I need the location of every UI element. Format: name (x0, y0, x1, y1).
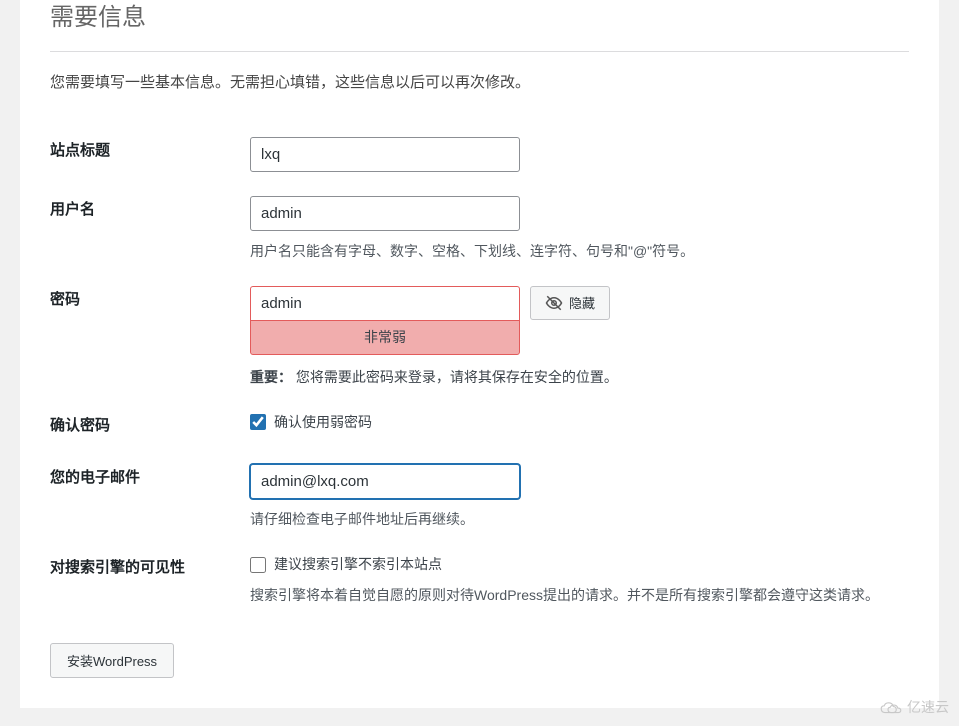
search-visibility-label: 对搜索引擎的可见性 (50, 542, 250, 618)
username-input[interactable] (250, 196, 520, 231)
eye-slash-icon (545, 294, 563, 312)
site-title-label: 站点标题 (50, 125, 250, 184)
confirm-password-label: 确认密码 (50, 400, 250, 453)
intro-text: 您需要填写一些基本信息。无需担心填错，这些信息以后可以再次修改。 (50, 72, 909, 95)
email-hint: 请仔细检查电子邮件地址后再继续。 (250, 509, 899, 530)
password-label: 密码 (50, 274, 250, 400)
search-visibility-hint: 搜索引擎将本着自觉自愿的原则对待WordPress提出的请求。并不是所有搜索引擎… (250, 585, 899, 606)
hide-password-button[interactable]: 隐藏 (530, 286, 610, 320)
search-visibility-checkbox[interactable] (250, 557, 266, 573)
weak-password-checkbox[interactable] (250, 414, 266, 430)
important-text: 您将需要此密码来登录，请将其保存在安全的位置。 (296, 369, 618, 385)
username-hint: 用户名只能含有字母、数字、空格、下划线、连字符、句号和"@"符号。 (250, 241, 899, 262)
install-wordpress-button[interactable]: 安装WordPress (50, 643, 174, 678)
email-label: 您的电子邮件 (50, 452, 250, 542)
cloud-icon (879, 700, 903, 716)
password-important-note: 重要： 您将需要此密码来登录，请将其保存在安全的位置。 (250, 367, 899, 388)
section-title: 需要信息 (50, 0, 909, 51)
watermark-text: 亿速云 (907, 697, 949, 718)
weak-password-checkbox-label: 确认使用弱密码 (274, 412, 372, 433)
form-table: 站点标题 用户名 用户名只能含有字母、数字、空格、下划线、连字符、句号和"@"符… (50, 125, 909, 619)
password-input[interactable] (250, 286, 520, 320)
username-label: 用户名 (50, 184, 250, 274)
email-input[interactable] (250, 464, 520, 499)
important-label: 重要： (250, 369, 292, 385)
hide-button-label: 隐藏 (569, 293, 595, 312)
site-title-input[interactable] (250, 137, 520, 172)
search-visibility-checkbox-label: 建议搜索引擎不索引本站点 (274, 554, 442, 575)
divider (50, 51, 909, 52)
password-strength-meter: 非常弱 (250, 320, 520, 355)
watermark: 亿速云 (879, 697, 949, 718)
install-form-container: 需要信息 您需要填写一些基本信息。无需担心填错，这些信息以后可以再次修改。 站点… (20, 0, 939, 708)
